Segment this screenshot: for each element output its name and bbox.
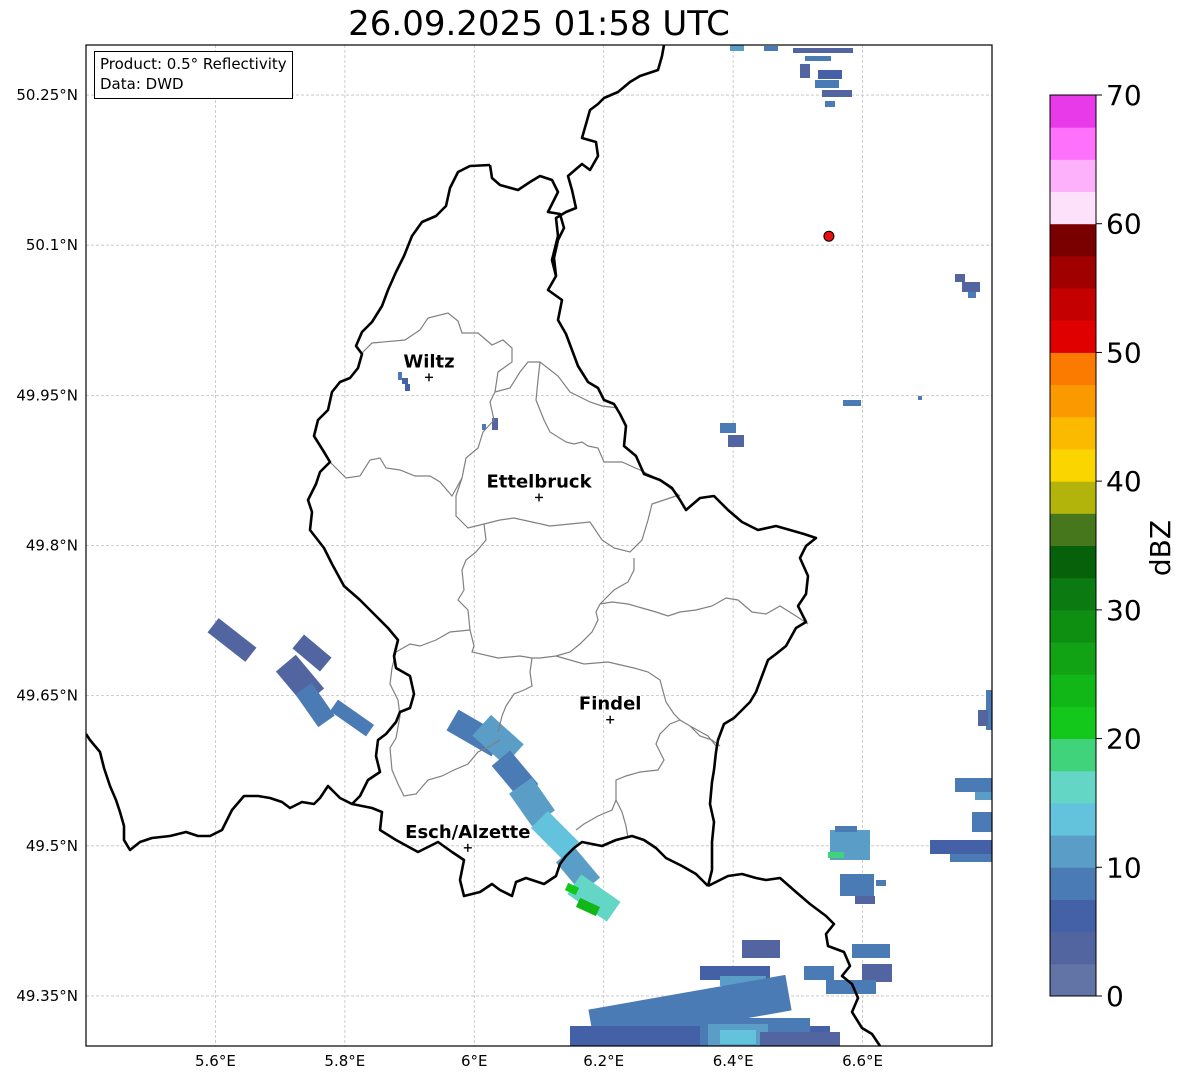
colorbar-segments <box>1050 95 1096 997</box>
colorbar-segment <box>1050 320 1096 353</box>
x-tick-label: 5.6°E <box>195 1052 236 1070</box>
echo-cell <box>852 944 890 958</box>
colorbar-segment <box>1050 191 1096 225</box>
colorbar-segment <box>1050 255 1096 289</box>
echo-cell <box>955 274 965 282</box>
echo-cell <box>492 418 498 430</box>
colorbar-segment <box>1050 609 1096 643</box>
echo-cell <box>815 80 839 88</box>
city-label: Findel <box>579 694 642 715</box>
echo-cell <box>720 423 736 433</box>
y-tick-label: 49.95°N <box>16 386 78 404</box>
colorbar-segment <box>1050 127 1096 160</box>
colorbar-tick-label: 40 <box>1106 465 1142 498</box>
echo-cell <box>862 964 892 982</box>
colorbar-segment <box>1050 706 1096 740</box>
colorbar-segment <box>1050 963 1096 997</box>
x-tick-label: 6.6°E <box>842 1052 883 1070</box>
colorbar-tick-label: 60 <box>1106 208 1142 241</box>
y-tick-label: 50.1°N <box>26 236 78 254</box>
echo-cell <box>972 812 992 832</box>
echo-cell <box>805 56 831 61</box>
colorbar-segment <box>1050 481 1096 514</box>
echo-cell <box>975 792 992 800</box>
city-label: Ettelbruck <box>486 471 592 492</box>
city-label: Wiltz <box>403 351 454 372</box>
echo-cell <box>730 45 744 51</box>
colorbar-segment <box>1050 545 1096 579</box>
echo-cell <box>950 854 992 862</box>
echo-cell <box>930 840 992 854</box>
colorbar-segment <box>1050 867 1096 900</box>
y-tick-label: 50.25°N <box>16 86 78 104</box>
echo-cell <box>804 966 834 980</box>
y-tick-label: 49.5°N <box>26 837 78 855</box>
city-label: Esch/Alzette <box>405 822 530 843</box>
colorbar-segment <box>1050 95 1096 128</box>
colorbar-segment <box>1050 674 1096 707</box>
y-tick-label: 49.35°N <box>16 987 78 1005</box>
colorbar-segment <box>1050 416 1096 450</box>
echo-cell <box>840 874 874 896</box>
echo-cell <box>760 1032 840 1046</box>
echo-cell <box>402 378 408 384</box>
colorbar-segment <box>1050 352 1096 386</box>
data-source-label: Data: DWD <box>100 75 184 93</box>
echo-cell <box>843 400 861 406</box>
colorbar-segment <box>1050 288 1096 321</box>
echo-cell <box>822 90 852 97</box>
product-label: Product: 0.5° Reflectivity <box>100 55 287 73</box>
colorbar-segment <box>1050 642 1096 675</box>
colorbar-segment <box>1050 931 1096 965</box>
colorbar-tick-label: 70 <box>1106 79 1142 112</box>
colorbar-tick-label: 20 <box>1106 723 1142 756</box>
echo-cell <box>818 70 842 79</box>
colorbar-segment <box>1050 223 1096 257</box>
echo-cell <box>793 48 853 53</box>
colorbar-segment <box>1050 448 1096 482</box>
x-tick-label: 5.8°E <box>324 1052 365 1070</box>
colorbar-segment <box>1050 802 1096 836</box>
colorbar-segment <box>1050 513 1096 546</box>
echo-cell <box>962 282 980 292</box>
colorbar-segment <box>1050 384 1096 418</box>
echo-cell <box>918 396 922 400</box>
x-tick-label: 6°E <box>461 1052 488 1070</box>
colorbar-segment <box>1050 738 1096 772</box>
colorbar-segment <box>1050 770 1096 804</box>
info-box: Product: 0.5° Reflectivity Data: DWD <box>94 51 293 99</box>
echo-cell <box>825 101 835 107</box>
echo-cell <box>828 852 844 858</box>
colorbar-ticks: 0 10 20 30 40 50 60 70 <box>1096 79 1142 1013</box>
echo-cell <box>398 372 402 380</box>
x-tick-label: 6.2°E <box>583 1052 624 1070</box>
colorbar-tick-label: 30 <box>1106 594 1142 627</box>
radar-site-marker <box>823 230 835 242</box>
echo-cell <box>855 896 875 904</box>
echo-cell <box>728 435 744 447</box>
echo-cell <box>405 384 410 391</box>
x-tick-label: 6.4°E <box>713 1052 754 1070</box>
echo-cell <box>720 1030 756 1044</box>
colorbar: 0 10 20 30 40 50 60 70 dBZ <box>1049 79 1177 1013</box>
colorbar-tick-label: 10 <box>1106 851 1142 884</box>
echo-cell <box>968 292 976 298</box>
colorbar-tick-label: 50 <box>1106 336 1142 369</box>
echo-cell <box>876 880 886 886</box>
echo-cell <box>955 778 992 792</box>
colorbar-segment <box>1050 835 1096 868</box>
echo-cell <box>742 940 780 958</box>
y-tick-label: 49.8°N <box>26 537 78 555</box>
echo-cell <box>978 710 988 726</box>
y-tick-label: 49.65°N <box>16 687 78 705</box>
colorbar-label: dBZ <box>1144 520 1177 576</box>
colorbar-segment <box>1050 159 1096 193</box>
colorbar-tick-label: 0 <box>1106 980 1124 1013</box>
radar-map: 5.6°E 5.8°E 6°E 6.2°E 6.4°E 6.6°E 50.25°N 50.1°… <box>16 44 1177 1070</box>
colorbar-segment <box>1050 577 1096 611</box>
echo-cell <box>800 64 810 78</box>
echo-cell <box>835 826 857 832</box>
colorbar-segment <box>1050 899 1096 933</box>
echo-cell <box>764 46 778 51</box>
